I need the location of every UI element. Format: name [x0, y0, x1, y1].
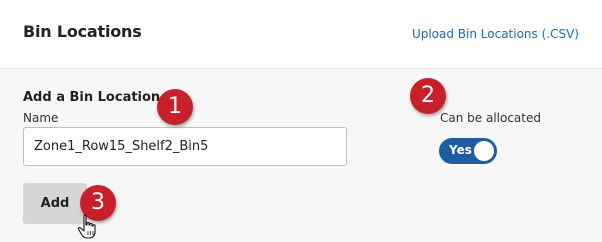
can-be-allocated-toggle[interactable]: Yes	[439, 138, 497, 164]
toggle-knob	[474, 141, 494, 161]
step-badge-2: 2	[410, 78, 446, 114]
name-label: Name	[23, 111, 59, 125]
panel-header: Bin Locations Upload Bin Locations (.CSV…	[0, 0, 602, 69]
hand-pointer-icon	[77, 214, 96, 239]
step-badge-1: 1	[157, 89, 193, 125]
section-title: Add a Bin Location	[23, 90, 161, 105]
can-be-allocated-label: Can be allocated	[440, 111, 541, 125]
bin-locations-panel: Bin Locations Upload Bin Locations (.CSV…	[0, 0, 602, 242]
upload-bin-locations-link[interactable]: Upload Bin Locations (.CSV)	[412, 27, 579, 41]
toggle-text: Yes	[449, 143, 472, 157]
page-title: Bin Locations	[23, 22, 142, 41]
name-input[interactable]	[23, 127, 347, 166]
